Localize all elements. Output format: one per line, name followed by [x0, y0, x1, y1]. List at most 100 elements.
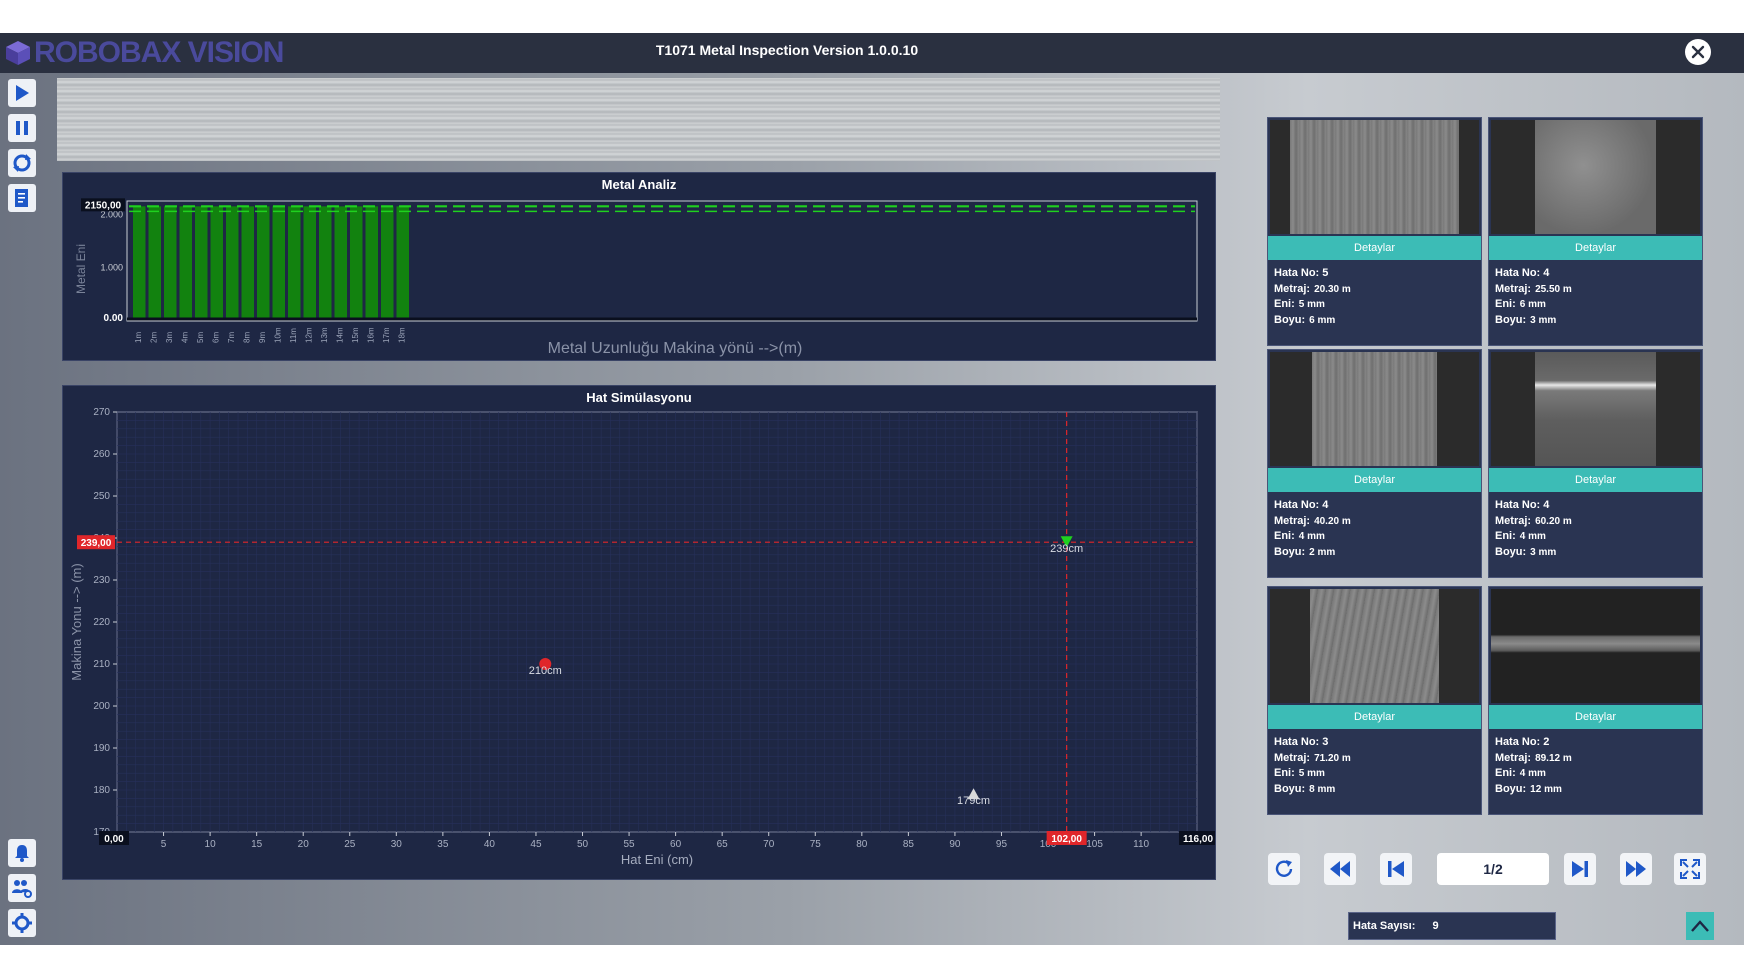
hata-no-label: Hata No: [1274, 267, 1320, 279]
boyu-label: Boyu: [1274, 545, 1306, 558]
x-tick-label: 40 [484, 839, 496, 850]
metal-x-tick-label: 7m [227, 332, 236, 343]
metraj-label: Metraj: [1274, 751, 1311, 764]
defect-image-surface [1312, 352, 1437, 466]
detaylar-button[interactable]: Detaylar [1489, 236, 1702, 260]
defect-image-surface [1310, 589, 1439, 703]
y-tick-label: 180 [93, 785, 110, 796]
hata-no-value: 4 [1543, 499, 1550, 511]
last-page-button[interactable] [1564, 853, 1596, 885]
metal-x-tick-label: 8m [242, 332, 251, 343]
fullscreen-icon [1680, 859, 1700, 879]
bottom-value-label: 0.00 [104, 313, 124, 324]
y-tick-label: 230 [93, 575, 110, 586]
top-value-label: 2150,00 [85, 200, 122, 211]
users-settings-icon [12, 880, 32, 898]
close-button[interactable] [1685, 39, 1711, 65]
refresh-icon [13, 154, 31, 172]
eni-label: Eni: [1495, 530, 1516, 542]
defect-card: Detaylar Hata No: 2 Metraj: 89.12 m Eni: 4 mm… [1488, 586, 1703, 815]
hata-sayisi-box: Hata Sayısı: 9 [1348, 912, 1556, 940]
x-min-label: 0,00 [104, 834, 124, 845]
boyu-value: 12 mm [1530, 783, 1562, 795]
metal-bar [334, 206, 347, 319]
start-button[interactable] [8, 79, 36, 107]
x-tick-label: 60 [670, 839, 682, 850]
metal-bar [164, 206, 177, 319]
fast-forward-button[interactable] [1620, 853, 1652, 885]
boyu-label: Boyu: [1274, 782, 1306, 795]
refresh-icon [1275, 860, 1293, 877]
x-tick-label: 70 [763, 839, 775, 850]
hata-sayisi-label: Hata Sayısı: [1353, 920, 1416, 932]
metraj-label: Metraj: [1274, 282, 1311, 295]
metal-bar [257, 206, 270, 319]
metal-bar [272, 206, 285, 319]
refresh-list-button[interactable] [1268, 853, 1300, 885]
fullscreen-button[interactable] [1674, 853, 1706, 885]
x-tick-label: 20 [298, 839, 310, 850]
metal-analiz-panel: Metal Analiz Metal Eni Metal Uzunluğu Ma… [62, 172, 1216, 361]
bell-icon [15, 845, 29, 862]
hata-no-value: 5 [1322, 267, 1329, 279]
metraj-value: 71.20 m [1314, 752, 1351, 764]
defect-card: Detaylar Hata No: 4 Metraj: 60.20 m Eni: 4 mm… [1488, 349, 1703, 578]
hat-simulasyonu-x-label: Hat Eni (cm) [621, 852, 693, 867]
y-tick-label: 270 [93, 407, 110, 418]
hata-no-label: Hata No: [1274, 499, 1320, 511]
metal-x-tick-label: 6m [211, 332, 220, 343]
y-marker-label: 239,00 [81, 538, 112, 549]
detaylar-button[interactable]: Detaylar [1489, 468, 1702, 492]
defect-info: Hata No: 4 Metraj: 40.20 m Eni: 4 mm Boyu: 2 m… [1274, 498, 1351, 560]
reset-button[interactable] [8, 149, 36, 177]
defect-info: Hata No: 4 Metraj: 60.20 m Eni: 4 mm Boyu: 3 m… [1495, 498, 1572, 560]
metal-bar [133, 206, 146, 319]
metraj-value: 25.50 m [1535, 283, 1572, 295]
settings-button[interactable] [8, 909, 36, 937]
scroll-up-button[interactable] [1686, 912, 1714, 940]
x-tick-label: 35 [437, 839, 449, 850]
x-tick-label: 65 [717, 839, 729, 850]
defect-point-label: 179cm [957, 795, 990, 807]
first-page-button[interactable] [1380, 853, 1412, 885]
metal-x-tick-label: 18m [397, 327, 406, 343]
y-tick-label: 200 [93, 701, 110, 712]
detaylar-button[interactable]: Detaylar [1268, 705, 1481, 729]
x-tick-label: 50 [577, 839, 589, 850]
users-button[interactable] [8, 874, 36, 902]
hata-no-label: Hata No: [1495, 267, 1541, 279]
report-button[interactable] [8, 184, 36, 212]
metal-bar [350, 206, 363, 319]
metraj-value: 60.20 m [1535, 515, 1572, 527]
play-icon [16, 85, 29, 101]
alarm-button[interactable] [8, 839, 36, 867]
boyu-value: 3 mm [1530, 546, 1557, 558]
hata-no-label: Hata No: [1495, 499, 1541, 511]
boyu-label: Boyu: [1495, 545, 1527, 558]
title-bar: ROBOBAX VISION T1071 Metal Inspection Ve… [0, 33, 1744, 73]
boyu-value: 8 mm [1309, 783, 1336, 795]
hata-no-value: 3 [1322, 736, 1329, 748]
eni-value: 4 mm [1298, 531, 1325, 542]
fast-rewind-button[interactable] [1324, 853, 1356, 885]
detaylar-button[interactable]: Detaylar [1268, 236, 1481, 260]
detaylar-button[interactable]: Detaylar [1489, 705, 1702, 729]
pause-button[interactable] [8, 114, 36, 142]
metal-bar [396, 206, 409, 319]
metal-camera-strip [57, 78, 1220, 161]
metal-x-tick-label: 5m [196, 332, 205, 343]
defect-image-surface [1290, 120, 1459, 234]
left-bottom-toolbar [8, 839, 38, 944]
defect-image [1270, 120, 1479, 234]
close-icon [1691, 45, 1705, 59]
metal-x-tick-label: 3m [165, 332, 174, 343]
metal-analiz-chart: Metal Eni Metal Uzunluğu Makina yönü -->… [74, 198, 1198, 357]
hat-simulasyonu-y-label: Makina Yonu --> (m) [69, 563, 84, 680]
skip-last-icon [1572, 861, 1588, 877]
metraj-label: Metraj: [1495, 751, 1532, 764]
hata-no-value: 4 [1322, 499, 1329, 511]
detaylar-button[interactable]: Detaylar [1268, 468, 1481, 492]
metal-x-tick-label: 17m [382, 327, 391, 343]
chevron-up-icon [1691, 920, 1709, 932]
defect-card: Detaylar Hata No: 4 Metraj: 40.20 m Eni: 4 mm… [1267, 349, 1482, 578]
